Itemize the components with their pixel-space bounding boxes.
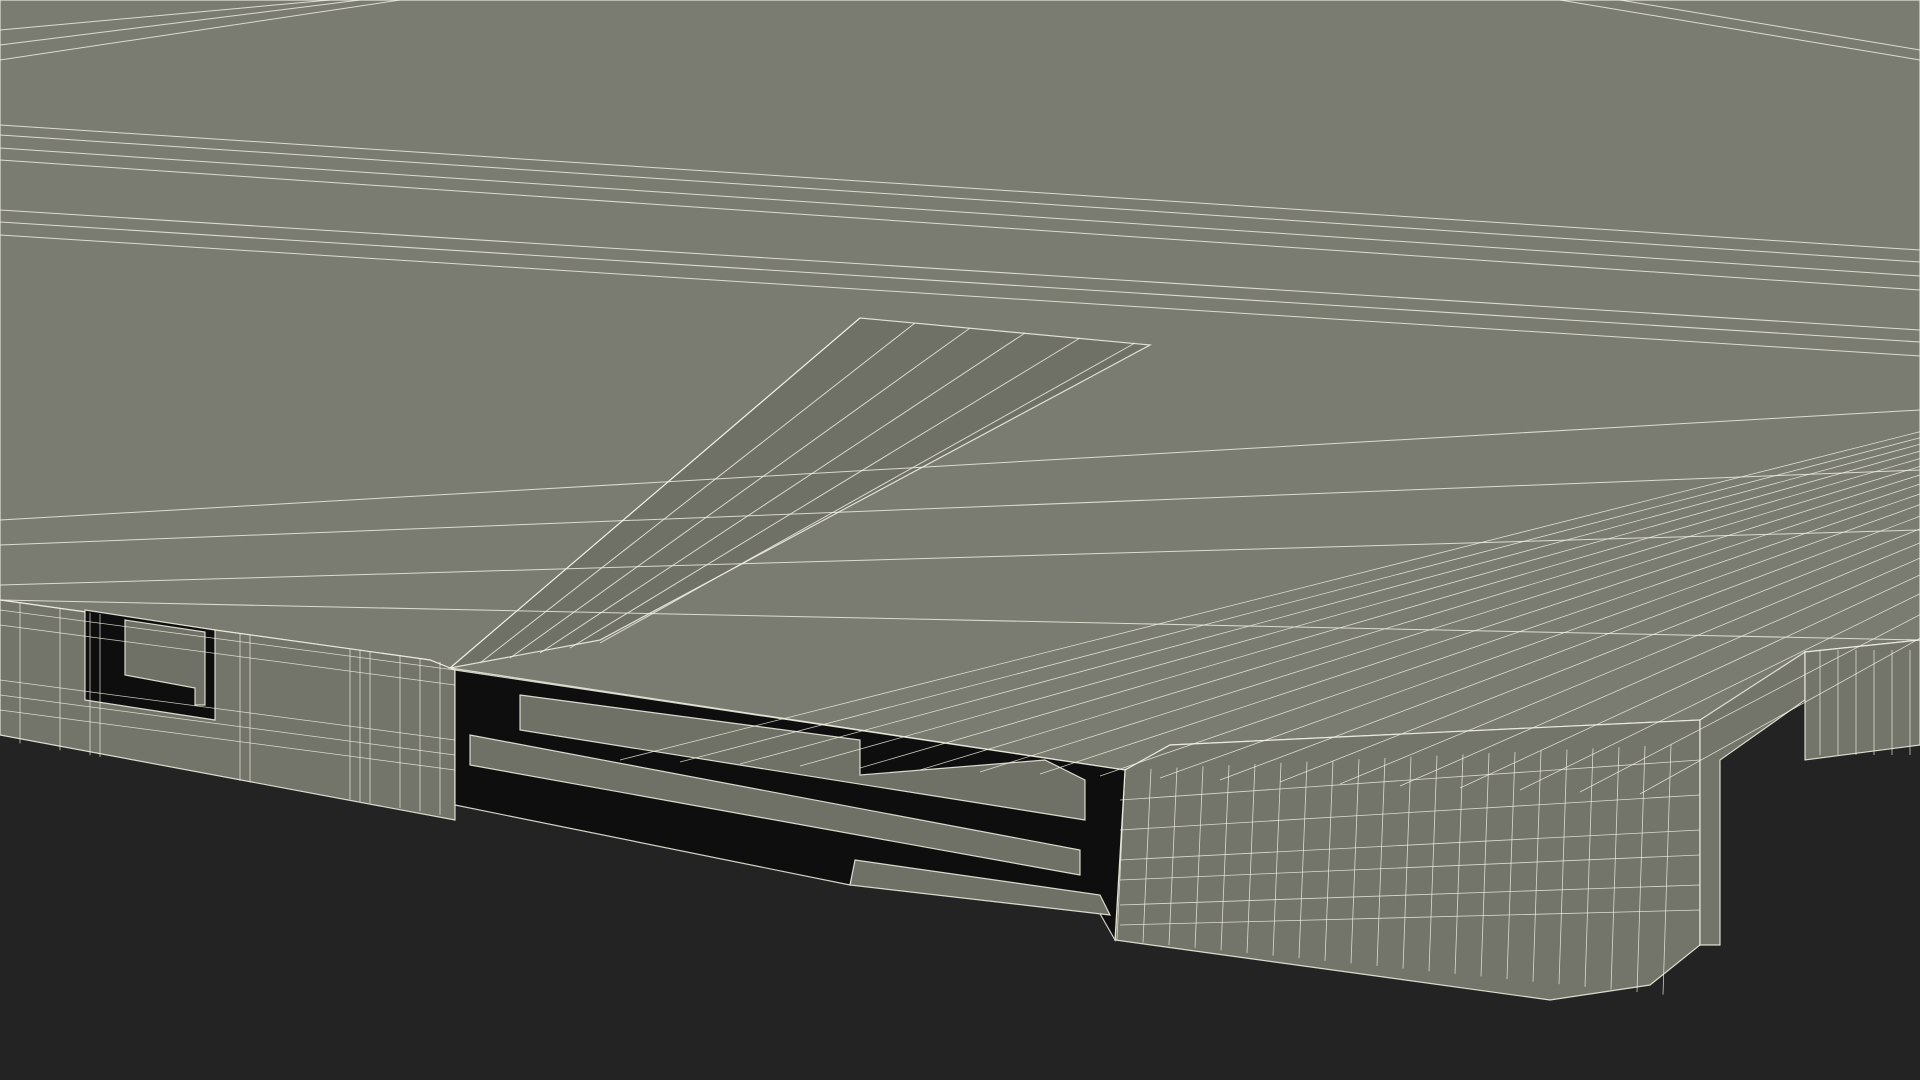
plate-right-face [1804,639,1920,761]
wireframe-render [0,0,1920,1080]
